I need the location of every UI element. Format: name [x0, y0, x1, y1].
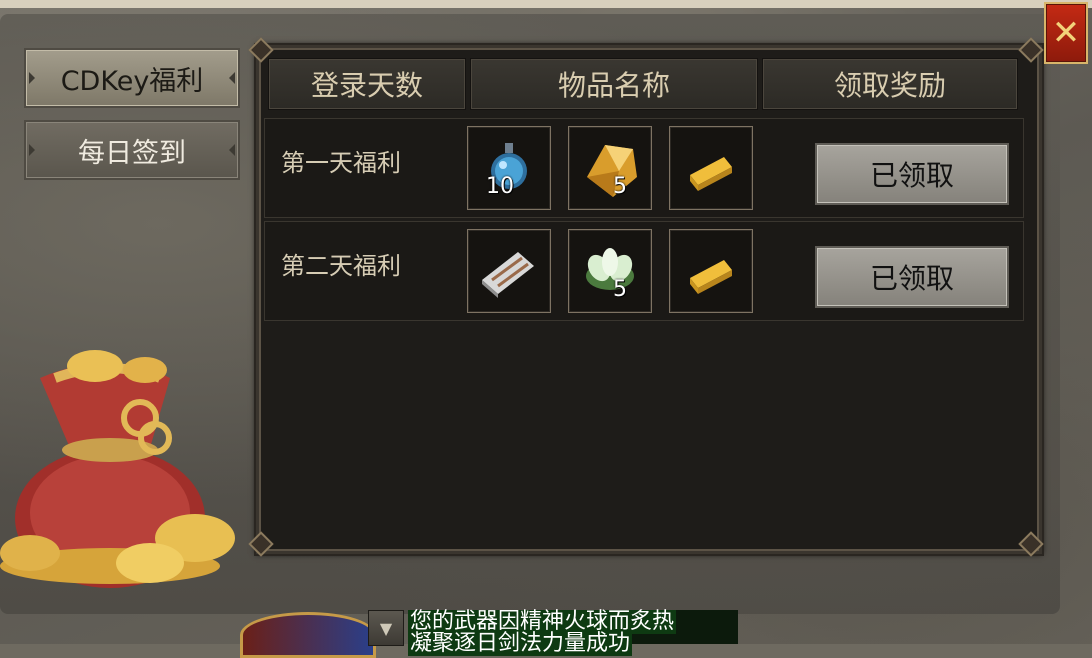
chevron-down-icon: ▼ — [379, 618, 393, 638]
lotus-icon — [586, 248, 634, 290]
chat-log: 您的武器因精神火球而炙热 凝聚逐日剑法力量成功 — [408, 610, 738, 656]
claim-button[interactable]: 已领取 — [815, 246, 1009, 308]
header-item-name: 物品名称 — [470, 58, 758, 110]
row-day-label: 第二天福利 — [281, 252, 401, 280]
item-count: 10 — [486, 174, 514, 199]
scroll-icon — [482, 252, 534, 298]
item-count: 5 — [613, 277, 627, 302]
close-icon: ✕ — [1051, 13, 1081, 53]
parchment-edge-top — [0, 0, 1092, 8]
tab-right-arrow-icon — [229, 72, 235, 84]
hud-orb — [240, 612, 376, 658]
table-row: 第二天福利 5 已领取 — [264, 221, 1024, 321]
item-count: 5 — [613, 174, 627, 199]
tab-left-arrow-icon — [29, 72, 35, 84]
item-slot[interactable]: 10 — [467, 126, 551, 210]
header-login-days-label: 登录天数 — [310, 69, 423, 102]
close-button[interactable]: ✕ — [1044, 2, 1088, 64]
tab-cdkey-label: CDKey福利 — [60, 65, 204, 97]
item-slot[interactable] — [669, 126, 753, 210]
chat-message: 凝聚逐日剑法力量成功 — [408, 631, 633, 656]
chat-toggle-button[interactable]: ▼ — [368, 610, 404, 646]
table-row: 第一天福利 10 5 已领取 — [264, 118, 1024, 218]
header-claim-reward: 领取奖励 — [762, 58, 1018, 110]
gold-bar-icon — [690, 157, 732, 191]
gold-crystal-icon — [587, 145, 637, 197]
item-slot[interactable]: 5 — [568, 126, 652, 210]
claim-button[interactable]: 已领取 — [815, 143, 1009, 205]
tab-right-arrow-icon — [229, 144, 235, 156]
header-item-name-label: 物品名称 — [557, 69, 670, 102]
tab-left-arrow-icon — [29, 144, 35, 156]
claim-button-label: 已领取 — [869, 262, 954, 295]
gold-bar-icon — [690, 260, 732, 294]
tab-cdkey-welfare[interactable]: CDKey福利 — [24, 48, 240, 108]
row-day-label: 第一天福利 — [281, 149, 401, 177]
header-login-days: 登录天数 — [268, 58, 466, 110]
item-slot[interactable] — [467, 229, 551, 313]
header-claim-reward-label: 领取奖励 — [833, 69, 946, 102]
item-slot[interactable]: 5 — [568, 229, 652, 313]
item-slot[interactable] — [669, 229, 753, 313]
money-bag-icon — [0, 350, 235, 588]
claim-button-label: 已领取 — [869, 159, 954, 192]
tab-daily-checkin[interactable]: 每日签到 — [24, 120, 240, 180]
tab-daily-label: 每日签到 — [78, 137, 186, 169]
